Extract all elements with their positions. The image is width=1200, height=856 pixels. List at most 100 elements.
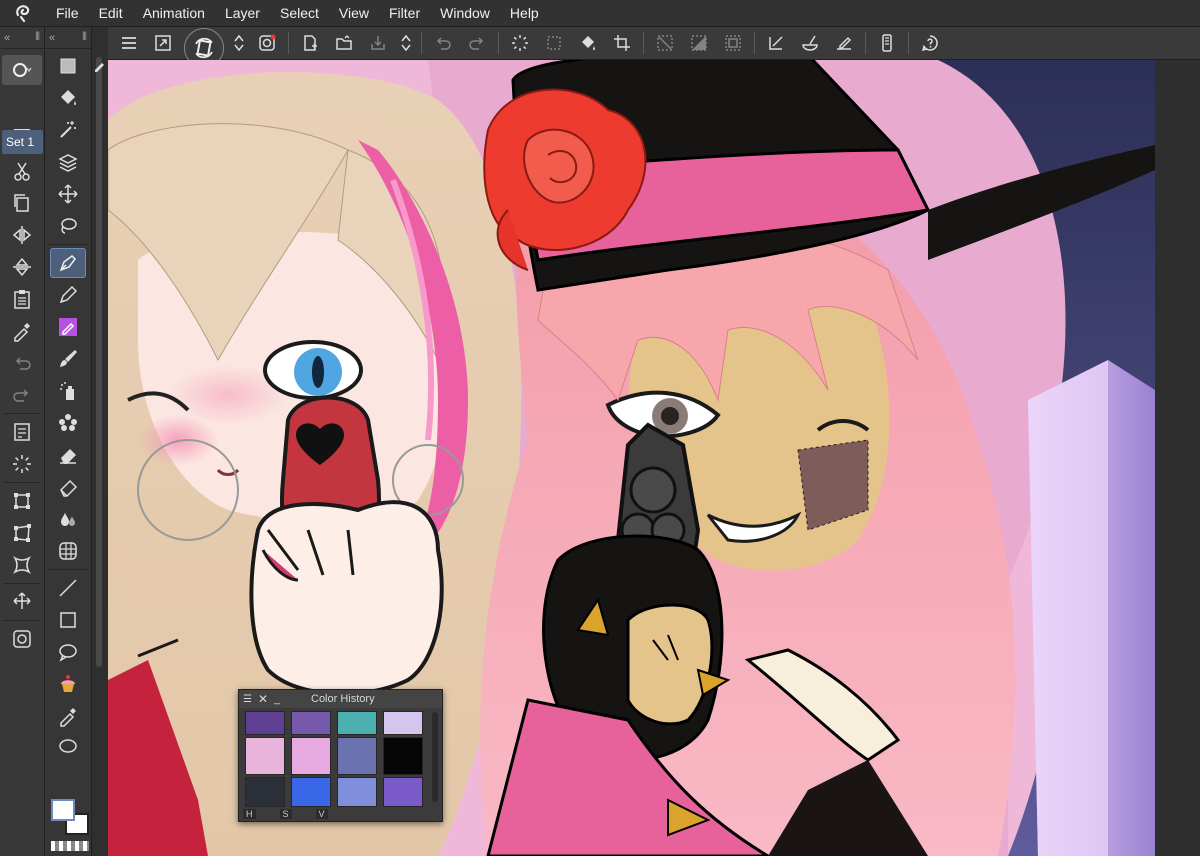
panel-menu-icon[interactable]: ☰ [243,694,252,705]
brush-shape-icon[interactable] [797,30,823,56]
fill-icon[interactable] [575,30,601,56]
line-icon[interactable] [50,573,86,603]
menu-select[interactable]: Select [270,0,329,27]
document-icon[interactable] [4,417,40,447]
color-swatch[interactable] [291,711,331,735]
color-swatch[interactable] [337,711,377,735]
fill-icon[interactable] [50,83,86,113]
clip-studio-logo-icon[interactable] [0,0,46,27]
help-icon[interactable] [917,30,943,56]
color-history-header[interactable]: ☰ ✕ _ Color History [239,690,442,708]
panel-scrollbar[interactable] [92,27,108,856]
flip-horizontal-icon[interactable] [4,220,40,250]
fit-screen-icon[interactable] [150,30,176,56]
sub-tool-selector[interactable] [2,55,42,85]
companion-icon[interactable] [874,30,900,56]
foreground-color-swatch[interactable] [51,799,75,821]
color-swatch[interactable] [337,737,377,775]
updown-icon[interactable] [399,33,413,53]
flip-vertical-icon[interactable] [4,252,40,282]
select-object-icon[interactable] [50,51,86,81]
cupcake-icon[interactable] [50,669,86,699]
color-swatch[interactable] [383,711,423,735]
value-label[interactable]: V [315,809,328,819]
blend-icon[interactable] [50,504,86,534]
undo-icon[interactable] [430,30,456,56]
clear-selection-icon[interactable] [652,30,678,56]
color-history-scrollbar[interactable] [432,712,438,802]
color-swatch[interactable] [245,737,285,775]
pencil-icon[interactable] [50,280,86,310]
crop-icon[interactable] [609,30,635,56]
grip-icon[interactable]: ⦀ [82,31,87,44]
airbrush-icon[interactable] [50,376,86,406]
warp-icon[interactable] [4,550,40,580]
color-swatch[interactable] [245,777,285,807]
magic-wand-icon[interactable] [50,115,86,145]
open-folder-icon[interactable] [331,30,357,56]
collapse-tools-icon[interactable]: « [49,32,55,44]
menu-filter[interactable]: Filter [379,0,430,27]
color-swatch[interactable] [383,737,423,775]
decoration-icon[interactable] [50,408,86,438]
color-swatch[interactable] [383,777,423,807]
settings-icon[interactable] [4,624,40,654]
ruler-icon[interactable] [763,30,789,56]
marker-icon[interactable] [50,312,86,342]
pen-icon[interactable] [50,248,86,278]
speech-bubble-icon[interactable] [50,637,86,667]
menu-window[interactable]: Window [430,0,500,27]
color-swatch[interactable] [291,737,331,775]
menu-file[interactable]: File [46,0,89,27]
scissors-icon[interactable] [4,156,40,186]
loading-icon[interactable] [4,449,40,479]
hue-label[interactable]: H [243,809,256,819]
color-history-panel[interactable]: ☰ ✕ _ Color History H S V [238,689,443,822]
saturation-label[interactable]: S [279,809,292,819]
grip-icon[interactable]: ⦀ [35,31,40,44]
transparent-color-swatch[interactable] [51,841,89,851]
save-icon[interactable] [365,30,391,56]
grid-icon[interactable] [50,536,86,566]
pen-tool-indicator[interactable] [92,57,108,73]
invert-selection-icon[interactable] [686,30,712,56]
layers-icon[interactable] [50,147,86,177]
copy-icon[interactable] [4,188,40,218]
move-layer-icon[interactable] [4,587,40,617]
menu-help[interactable]: Help [500,0,549,27]
color-swatch[interactable] [245,711,285,735]
brush-icon[interactable] [50,344,86,374]
redo-icon[interactable] [464,30,490,56]
transform-free-icon[interactable] [4,518,40,548]
transform-icon[interactable] [541,30,567,56]
menu-icon[interactable] [116,30,142,56]
new-file-icon[interactable] [297,30,323,56]
selection-border-icon[interactable] [720,30,746,56]
undo-icon[interactable] [4,348,40,378]
eraser-icon[interactable] [50,440,86,470]
collapse-left-icon[interactable]: « [4,32,10,44]
loading-icon[interactable] [507,30,533,56]
eraser-soft-icon[interactable] [50,472,86,502]
stabilizer-icon[interactable] [831,30,857,56]
rectangle-icon[interactable] [50,605,86,635]
menu-edit[interactable]: Edit [89,0,133,27]
minimize-icon[interactable]: _ [274,693,280,705]
menu-layer[interactable]: Layer [215,0,270,27]
menu-view[interactable]: View [329,0,379,27]
menu-animation[interactable]: Animation [133,0,215,27]
lasso-icon[interactable] [50,211,86,241]
transform-square-icon[interactable] [4,486,40,516]
paste-icon[interactable] [4,284,40,314]
ellipse-icon[interactable] [50,733,86,753]
redo-icon[interactable] [4,380,40,410]
color-swatch[interactable] [337,777,377,807]
eyedropper-icon[interactable] [4,316,40,346]
move-icon[interactable] [50,179,86,209]
color-indicator[interactable] [49,797,91,851]
updown-icon[interactable] [232,33,246,53]
eyedropper-icon[interactable] [50,701,86,731]
set-label[interactable]: Set 1 [2,130,43,154]
color-swatch[interactable] [291,777,331,807]
close-icon[interactable]: ✕ [258,692,268,706]
